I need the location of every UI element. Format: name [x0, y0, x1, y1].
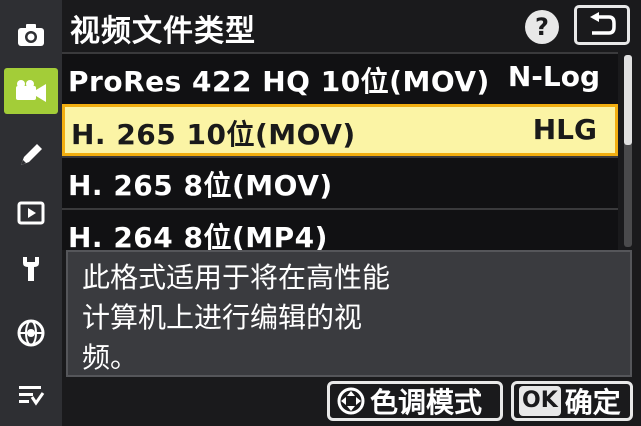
return-arrow-icon: [590, 12, 616, 35]
my-menu-tab[interactable]: [4, 372, 58, 418]
ok-label: 确定: [564, 386, 621, 419]
playback-menu-tab[interactable]: [4, 190, 58, 236]
option-prores-422-hq[interactable]: ProRes 422 HQ 10位(MOV) N-Log: [62, 52, 618, 104]
help-button[interactable]: ?: [525, 10, 559, 44]
network-menu-tab[interactable]: [4, 310, 58, 356]
ok-confirm-button[interactable]: OK 确定: [511, 381, 633, 421]
menu-panel: 视频文件类型 ? ProRes 422 HQ 10位(MOV) N-Log H.…: [62, 0, 641, 426]
tone-mode-button[interactable]: 色调模式: [327, 381, 503, 421]
custom-settings-menu-tab[interactable]: [4, 132, 58, 178]
description-line: 此格式适用于将在高性能: [82, 261, 391, 294]
option-h265-8bit[interactable]: H. 265 8位(MOV): [62, 156, 618, 208]
tone-mode-label: 色调模式: [370, 386, 483, 419]
playback-icon: [17, 201, 45, 225]
setup-menu-tab[interactable]: [4, 246, 58, 292]
pencil-icon: [21, 144, 42, 165]
my-menu-icon: [19, 386, 45, 406]
option-h264-8bit[interactable]: H. 264 8位(MP4): [62, 208, 618, 250]
video-camera-icon: [16, 80, 46, 102]
scrollbar[interactable]: [624, 55, 632, 247]
description-line: 频。: [82, 341, 139, 374]
back-button[interactable]: [574, 5, 630, 45]
multi-selector-icon: [337, 387, 365, 415]
sidebar-menu-tabs: [0, 0, 62, 426]
option-label: H. 264 8位(MP4): [68, 221, 328, 250]
page-title: 视频文件类型: [70, 14, 256, 49]
option-tone-tag: HLG: [532, 113, 597, 146]
description-box: 此格式适用于将在高性能 计算机上进行编辑的视 频。: [66, 250, 632, 377]
video-recording-menu-tab[interactable]: [4, 68, 58, 114]
camera-icon: [18, 24, 44, 46]
option-tone-tag: N-Log: [507, 60, 600, 93]
ok-icon: OK: [519, 386, 561, 416]
photo-shooting-menu-tab[interactable]: [4, 12, 58, 58]
description-line: 计算机上进行编辑的视: [82, 301, 363, 334]
option-label: H. 265 10位(MOV): [71, 118, 356, 151]
option-label: H. 265 8位(MOV): [68, 169, 333, 202]
option-label: ProRes 422 HQ 10位(MOV): [68, 65, 490, 98]
network-icon: [17, 319, 45, 347]
option-h265-10bit[interactable]: H. 265 10位(MOV) HLG: [62, 104, 618, 156]
scrollbar-thumb[interactable]: [624, 55, 632, 145]
wrench-icon: [23, 257, 39, 281]
